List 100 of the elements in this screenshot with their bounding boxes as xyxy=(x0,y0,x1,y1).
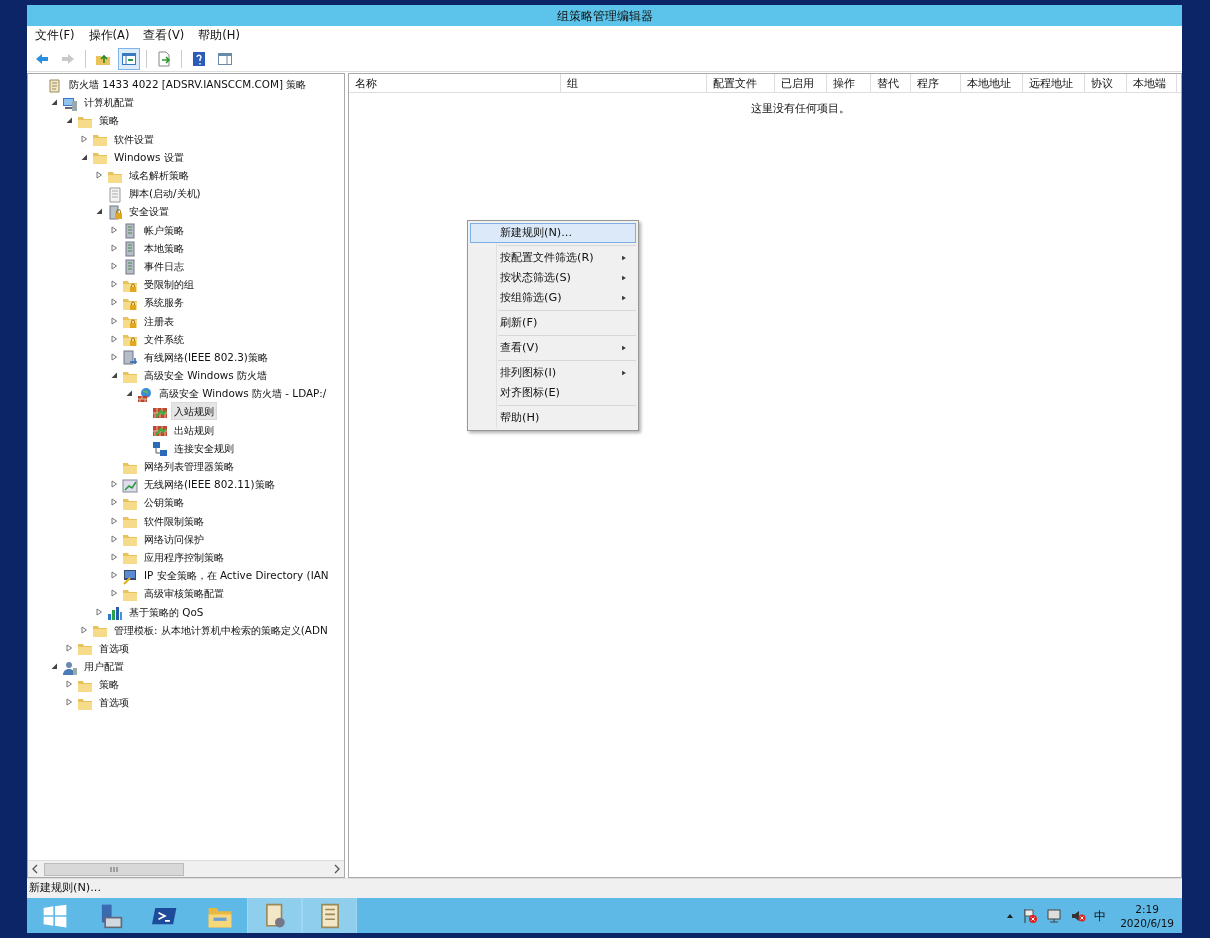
collapsed-triangle-icon[interactable] xyxy=(109,571,118,580)
tree-item[interactable]: 策略 xyxy=(96,675,122,694)
column-header[interactable]: 组 xyxy=(561,74,707,92)
clock-time[interactable]: 2:19 xyxy=(1135,901,1159,916)
tree-item[interactable]: 入站规则 xyxy=(171,402,217,421)
expanded-triangle-icon[interactable] xyxy=(79,152,88,161)
windows-logo-icon[interactable] xyxy=(41,902,68,929)
column-header[interactable]: 本地地址 xyxy=(961,74,1023,92)
column-header[interactable]: 名称 xyxy=(349,74,561,92)
expanded-triangle-icon[interactable] xyxy=(64,116,73,125)
collapsed-triangle-icon[interactable] xyxy=(109,261,118,270)
collapsed-triangle-icon[interactable] xyxy=(109,298,118,307)
expanded-triangle-icon[interactable] xyxy=(109,371,118,380)
collapsed-triangle-icon[interactable] xyxy=(94,171,103,180)
scroll-thumb-icon[interactable] xyxy=(44,862,184,876)
tree-item[interactable]: 本地策略 xyxy=(141,238,187,257)
collapsed-triangle-icon[interactable] xyxy=(109,225,118,234)
column-header[interactable]: 远程地址 xyxy=(1023,74,1085,92)
input-method-indicator[interactable]: 中 xyxy=(1094,906,1107,925)
tree-item[interactable]: 文件系统 xyxy=(141,329,187,348)
horizontal-scrollbar[interactable] xyxy=(28,860,344,877)
tree-item[interactable]: Windows 设置 xyxy=(111,147,187,166)
column-header[interactable]: 协议 xyxy=(1085,74,1127,92)
column-header[interactable]: 已启用 xyxy=(775,74,827,92)
collapsed-triangle-icon[interactable] xyxy=(79,134,88,143)
tree-item[interactable]: 网络列表管理器策略 xyxy=(141,457,237,476)
collapsed-triangle-icon[interactable] xyxy=(109,516,118,525)
tree-item[interactable]: 系统服务 xyxy=(141,293,187,312)
column-header[interactable]: 本地端 xyxy=(1127,74,1177,92)
collapsed-triangle-icon[interactable] xyxy=(109,480,118,489)
tree-item[interactable]: 连接安全规则 xyxy=(171,438,237,457)
tree-item[interactable]: 用户配置 xyxy=(81,657,127,676)
taskbar-button[interactable] xyxy=(302,898,357,933)
expanded-triangle-icon[interactable] xyxy=(49,662,58,671)
collapsed-triangle-icon[interactable] xyxy=(109,243,118,252)
expanded-triangle-icon[interactable] xyxy=(49,98,58,107)
collapsed-triangle-icon[interactable] xyxy=(109,316,118,325)
tree-item[interactable]: 软件限制策略 xyxy=(141,511,207,530)
menu-item[interactable]: 查看(V) xyxy=(470,338,636,358)
tree-item[interactable]: 脚本(启动/关机) xyxy=(126,184,204,203)
tree-item[interactable]: 出站规则 xyxy=(171,420,217,439)
menu-item[interactable]: 按配置文件筛选(R) xyxy=(470,248,636,268)
collapsed-triangle-icon[interactable] xyxy=(109,280,118,289)
menu-item[interactable]: 查看(V) xyxy=(143,27,185,45)
collapsed-triangle-icon[interactable] xyxy=(64,643,73,652)
menu-item[interactable]: 文件(F) xyxy=(35,27,75,45)
collapsed-triangle-icon[interactable] xyxy=(109,552,118,561)
tree-pane-icon[interactable] xyxy=(118,47,140,70)
tree-item[interactable]: 帐户策略 xyxy=(141,220,187,239)
menu-item[interactable]: 帮助(H) xyxy=(470,408,636,428)
collapsed-triangle-icon[interactable] xyxy=(109,498,118,507)
tree-item[interactable]: 首选项 xyxy=(96,638,132,657)
tree-item[interactable]: 网络访问保护 xyxy=(141,529,207,548)
tree-item[interactable]: 域名解析策略 xyxy=(126,166,192,185)
menu-item[interactable]: 刷新(F) xyxy=(470,313,636,333)
flag-error-icon[interactable] xyxy=(1022,907,1039,924)
menu-item[interactable]: 按状态筛选(S) xyxy=(470,268,636,288)
tree-item[interactable]: 公钥策略 xyxy=(141,493,187,512)
tree-item[interactable]: 注册表 xyxy=(141,311,177,330)
tree-item[interactable]: 应用程序控制策略 xyxy=(141,547,227,566)
collapsed-triangle-icon[interactable] xyxy=(64,680,73,689)
column-header[interactable]: 操作 xyxy=(827,74,871,92)
tree-item[interactable]: 事件日志 xyxy=(141,256,187,275)
column-header[interactable]: 程序 xyxy=(911,74,961,92)
tree-item[interactable]: 软件设置 xyxy=(111,129,157,148)
folder-icon xyxy=(122,532,138,549)
collapsed-triangle-icon[interactable] xyxy=(109,589,118,598)
taskbar-button[interactable] xyxy=(247,898,302,933)
collapsed-triangle-icon[interactable] xyxy=(94,607,103,616)
collapsed-triangle-icon[interactable] xyxy=(64,698,73,707)
column-header[interactable]: 替代 xyxy=(871,74,911,92)
collapsed-triangle-icon[interactable] xyxy=(109,534,118,543)
menu-item[interactable]: 新建规则(N)... xyxy=(470,223,636,243)
tree-item[interactable]: 首选项 xyxy=(96,693,132,712)
clock-date[interactable]: 2020/6/19 xyxy=(1120,915,1174,930)
tree-item[interactable]: IP 安全策略，在 Active Directory (IAN xyxy=(141,566,332,585)
menu-item[interactable]: 操作(A) xyxy=(88,27,130,45)
column-header[interactable]: 配置文件 xyxy=(707,74,775,92)
menu-item[interactable]: 对齐图标(E) xyxy=(470,383,636,403)
menu-item[interactable]: 排列图标(I) xyxy=(470,363,636,383)
tree-item[interactable]: 高级安全 Windows 防火墙 xyxy=(141,366,270,385)
tree-item[interactable]: 安全设置 xyxy=(126,202,172,221)
tree-item[interactable]: 策略 xyxy=(96,111,122,130)
tree-item[interactable]: 高级审核策略配置 xyxy=(141,584,227,603)
expanded-triangle-icon[interactable] xyxy=(94,207,103,216)
tree-item[interactable]: 管理模板: 从本地计算机中检索的策略定义(ADN xyxy=(111,620,331,639)
collapsed-triangle-icon[interactable] xyxy=(109,352,118,361)
expanded-triangle-icon[interactable] xyxy=(124,389,133,398)
menu-item[interactable]: 帮助(H) xyxy=(198,27,240,45)
tree-item[interactable]: 防火墙 1433 4022 [ADSRV.IANSCCM.COM] 策略 xyxy=(66,75,310,94)
tree-item[interactable]: 有线网络(IEEE 802.3)策略 xyxy=(141,347,271,366)
network-monitor-icon[interactable] xyxy=(1046,907,1063,924)
menu-item[interactable]: 按组筛选(G) xyxy=(470,288,636,308)
tree-item[interactable]: 计算机配置 xyxy=(81,93,137,112)
tree-item[interactable]: 基于策略的 QoS xyxy=(126,602,207,621)
tree-item[interactable]: 高级安全 Windows 防火墙 - LDAP:/ xyxy=(156,384,330,403)
collapsed-triangle-icon[interactable] xyxy=(109,334,118,343)
tree-item[interactable]: 无线网络(IEEE 802.11)策略 xyxy=(141,475,278,494)
tree-item[interactable]: 受限制的组 xyxy=(141,275,197,294)
collapsed-triangle-icon[interactable] xyxy=(79,625,88,634)
